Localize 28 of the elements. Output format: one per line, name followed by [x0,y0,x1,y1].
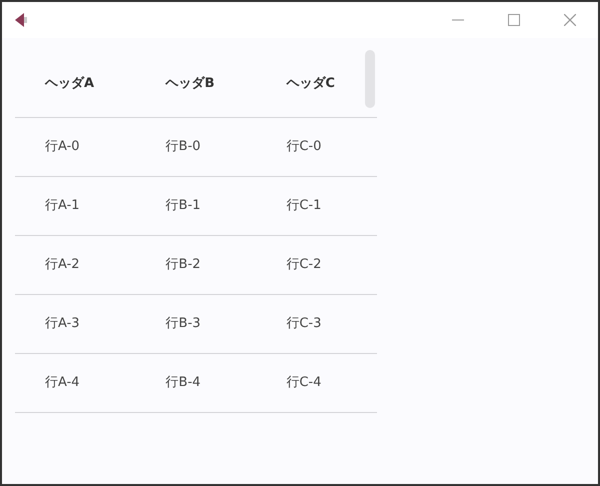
app-icon [14,12,28,28]
minimize-icon [452,19,464,21]
table-cell-text: 行A-2 [44,256,81,274]
table-row[interactable]: 行A-3 行B-3 行C-3 [15,295,377,354]
table-cell-text: 行B-1 [164,197,202,216]
table-cell-text: 行C-1 [285,197,322,216]
table-cell-text: 行C-0 [285,138,322,156]
table-cell-text: 行A-0 [44,138,81,156]
table-cell-text: 行B-0 [164,138,202,156]
table-row[interactable]: 行A-0 行B-0 行C-0 [15,118,377,177]
table-cell-text: 行A-3 [44,315,81,334]
scrollbar-thumb[interactable] [365,50,375,108]
table-cell-text: 行C-4 [285,374,322,392]
table-cell-text: 行A-1 [44,197,81,216]
table-cell-text: 行A-4 [44,374,81,392]
table-cell-text: 行C-3 [285,315,322,334]
maximize-icon [508,14,520,26]
table-cell-text: 行B-4 [164,374,202,392]
table-cell-text: 行B-2 [164,256,202,274]
table-row[interactable]: 行A-1 行B-1 行C-1 [15,177,377,236]
table-cell-text: 行B-3 [164,315,202,334]
column-header[interactable]: ヘッダC [256,74,378,94]
column-header[interactable]: ヘッダA [15,74,136,94]
table-cell-text: 行C-2 [285,256,322,274]
close-icon [564,14,576,26]
table-row[interactable]: 行A-4 行B-4 行C-4 [15,354,377,413]
table-row[interactable]: 行A-2 行B-2 行C-2 [15,236,377,295]
column-header[interactable]: ヘッダB [136,74,256,94]
